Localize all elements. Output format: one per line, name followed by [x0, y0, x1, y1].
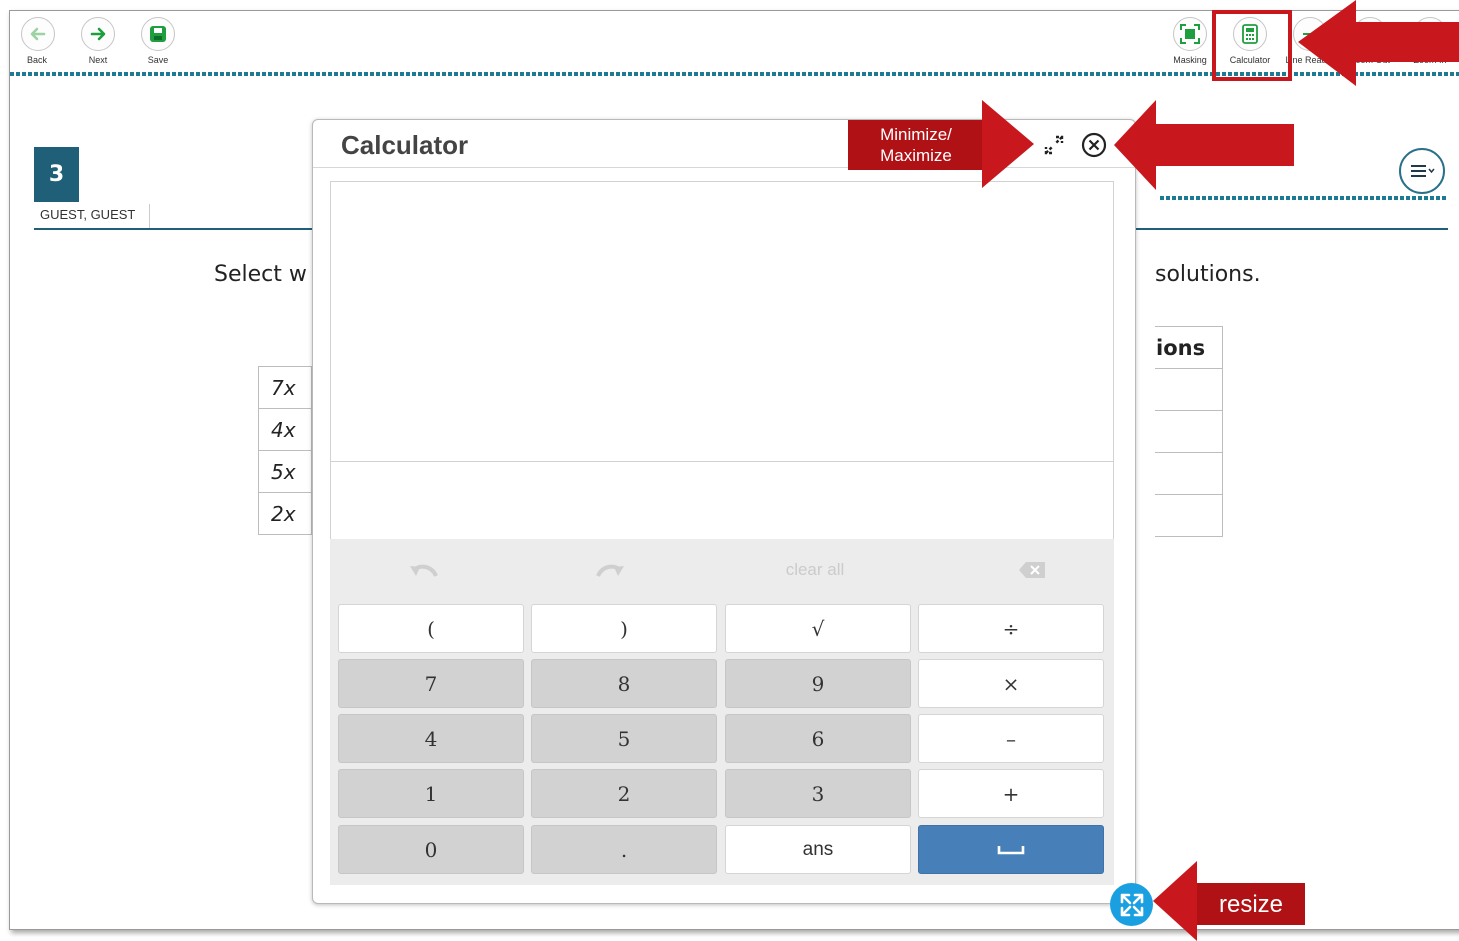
- key-7[interactable]: 7: [338, 659, 524, 708]
- save-label: Save: [147, 55, 169, 65]
- save-icon: [150, 26, 166, 42]
- key-1[interactable]: 1: [338, 769, 524, 818]
- solution-cell[interactable]: [1155, 368, 1223, 411]
- close-button[interactable]: [1081, 132, 1107, 158]
- equation-cell: 4x: [258, 408, 312, 451]
- undo-button[interactable]: [394, 557, 454, 583]
- calculator-title: Calculator: [341, 130, 469, 160]
- enter-icon: [997, 845, 1025, 854]
- resize-icon: [1120, 893, 1143, 916]
- equations-table: 7x 4x 5x 2x: [258, 366, 312, 535]
- equation-cell: 7x: [258, 366, 312, 409]
- key-close-paren[interactable]: ): [531, 604, 717, 653]
- key-decimal[interactable]: .: [531, 825, 717, 874]
- solution-cell[interactable]: [1155, 452, 1223, 495]
- calculator-dialog[interactable]: Calculator clear all ( ) √ ÷ 7 8 9 × 4 5…: [312, 119, 1136, 904]
- prompt-text-left: Select w: [214, 262, 307, 287]
- save-circle: [141, 17, 175, 51]
- key-2[interactable]: 2: [531, 769, 717, 818]
- resize-handle[interactable]: [1110, 883, 1153, 926]
- masking-icon: [1180, 24, 1200, 44]
- backspace-button[interactable]: [1002, 557, 1062, 583]
- key-multiply[interactable]: ×: [918, 659, 1104, 708]
- key-enter[interactable]: [918, 825, 1104, 874]
- maximize-button[interactable]: [1041, 132, 1067, 158]
- solution-cell[interactable]: [1155, 494, 1223, 537]
- annotation-arrow-right: [982, 100, 1034, 188]
- question-dash-divider: [1160, 196, 1448, 200]
- key-ans[interactable]: ans: [725, 825, 911, 874]
- solutions-table: ions: [1155, 326, 1223, 537]
- prompt-text-right: solutions.: [1155, 262, 1261, 287]
- annotation-arrow-close: [1114, 100, 1294, 190]
- key-5[interactable]: 5: [531, 714, 717, 763]
- key-0[interactable]: 0: [338, 825, 524, 874]
- student-name: GUEST, GUEST: [34, 204, 150, 228]
- save-button[interactable]: Save: [133, 17, 183, 65]
- backspace-icon: [1019, 562, 1045, 578]
- annotation-arrow-toolbar: [1298, 0, 1459, 86]
- hamburger-menu-icon: [1411, 165, 1435, 177]
- annotation-text: Minimize/: [880, 125, 952, 144]
- masking-circle: [1173, 17, 1207, 51]
- annotation-text: Maximize: [880, 146, 952, 165]
- key-4[interactable]: 4: [338, 714, 524, 763]
- next-circle: [81, 17, 115, 51]
- calculator-keypad: clear all ( ) √ ÷ 7 8 9 × 4 5 6 – 1 2 3 …: [330, 539, 1114, 885]
- masking-button[interactable]: Masking: [1165, 17, 1215, 65]
- display-divider: [331, 461, 1113, 462]
- context-menu-button[interactable]: [1399, 148, 1445, 194]
- calculator-topbar: clear all: [330, 539, 1114, 603]
- clear-all-button[interactable]: clear all: [770, 557, 860, 583]
- calculator-display[interactable]: [330, 181, 1114, 540]
- redo-button[interactable]: [580, 557, 640, 583]
- calculator-highlight-box: [1212, 10, 1292, 81]
- equation-cell: 2x: [258, 492, 312, 535]
- redo-icon: [596, 564, 624, 577]
- back-button[interactable]: Back: [13, 17, 63, 65]
- key-open-paren[interactable]: (: [338, 604, 524, 653]
- key-3[interactable]: 3: [725, 769, 911, 818]
- next-button[interactable]: Next: [73, 17, 123, 65]
- arrow-right-icon: [90, 27, 106, 41]
- close-icon: [1081, 132, 1107, 158]
- solution-cell[interactable]: [1155, 410, 1223, 453]
- back-circle: [21, 17, 55, 51]
- resize-annotation: resize: [1197, 883, 1305, 925]
- question-number: 3: [34, 147, 79, 202]
- masking-label: Masking: [1173, 55, 1207, 65]
- arrow-left-icon: [30, 27, 46, 41]
- undo-icon: [410, 564, 438, 577]
- key-6[interactable]: 6: [725, 714, 911, 763]
- next-label: Next: [88, 55, 108, 65]
- key-minus[interactable]: –: [918, 714, 1104, 763]
- expand-icon: [1044, 135, 1064, 155]
- equation-cell: 5x: [258, 450, 312, 493]
- key-divide[interactable]: ÷: [918, 604, 1104, 653]
- solutions-header: ions: [1155, 326, 1223, 369]
- key-8[interactable]: 8: [531, 659, 717, 708]
- key-plus[interactable]: +: [918, 769, 1104, 818]
- key-sqrt[interactable]: √: [725, 604, 911, 653]
- key-9[interactable]: 9: [725, 659, 911, 708]
- minimize-maximize-annotation: Minimize/ Maximize: [848, 120, 984, 170]
- back-label: Back: [27, 55, 48, 65]
